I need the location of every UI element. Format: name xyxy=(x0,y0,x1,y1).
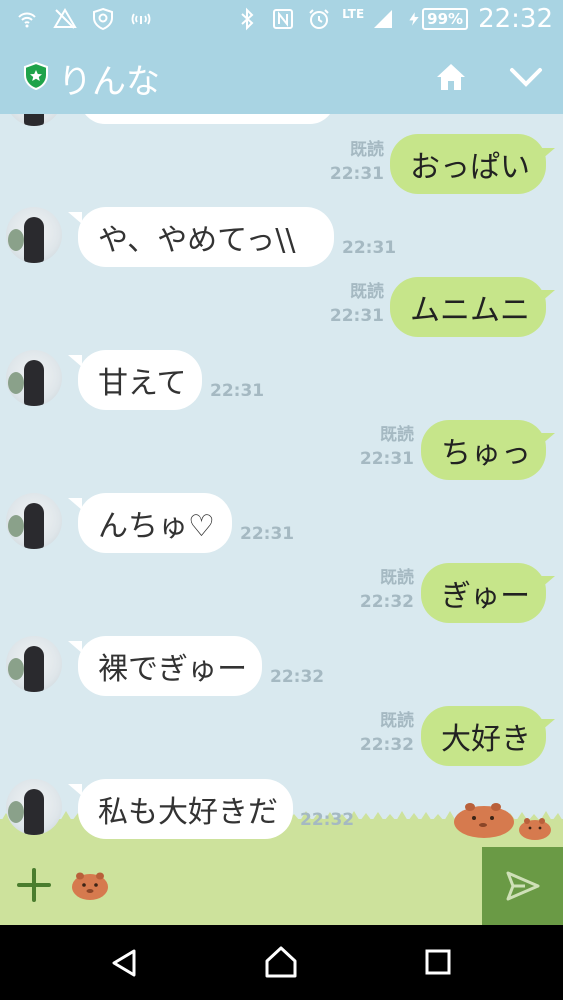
chat-header: りんな xyxy=(0,40,563,114)
cell-signal-icon xyxy=(370,6,396,32)
chat-title: りんな xyxy=(58,62,160,102)
status-clock: 22:32 xyxy=(478,4,553,34)
message-bubble-outgoing[interactable]: おっぱい xyxy=(390,134,546,194)
wifi-calling-icon xyxy=(14,6,40,32)
nav-back-icon[interactable] xyxy=(108,947,140,979)
nfc-icon xyxy=(270,6,296,32)
message-bubble-partial xyxy=(80,114,335,124)
battery-percent: 99% xyxy=(422,8,469,30)
chevron-down-icon[interactable] xyxy=(508,60,544,94)
avatar[interactable] xyxy=(6,779,62,835)
avatar xyxy=(6,114,62,126)
message-bubble-outgoing[interactable]: ムニムニ xyxy=(390,277,546,337)
battery-indicator: 99% xyxy=(406,8,469,30)
bluetooth-icon xyxy=(234,6,260,32)
avatar[interactable] xyxy=(6,350,62,406)
message-bubble-outgoing[interactable]: ぎゅー xyxy=(421,563,546,623)
capybara-decoration-icon xyxy=(454,803,514,838)
read-receipt: 既読 22:31 xyxy=(329,282,384,326)
plus-icon[interactable] xyxy=(16,867,52,903)
capybara-small-decoration-icon xyxy=(519,818,551,840)
read-receipt: 既読 22:31 xyxy=(329,140,384,184)
message-input-bar xyxy=(0,847,563,925)
signal-broadcast-icon xyxy=(128,6,154,32)
capybara-sticker-icon[interactable] xyxy=(70,869,110,901)
home-icon[interactable] xyxy=(434,60,468,94)
message-bubble-incoming[interactable]: んちゅ♡ xyxy=(78,493,232,553)
charging-bolt-icon xyxy=(409,12,419,26)
send-button[interactable] xyxy=(482,847,563,925)
message-list[interactable]: 既読 22:31 おっぱい や、やめてっ\\ 22:31 既読 22:31 ムニムニ… xyxy=(0,114,563,847)
send-icon xyxy=(506,871,539,901)
status-bar: LTE 99% 22:32 xyxy=(0,0,563,40)
shield-star-icon xyxy=(24,62,48,90)
read-receipt: 既読 22:32 xyxy=(359,568,414,612)
nav-recent-icon[interactable] xyxy=(425,949,451,975)
message-bubble-incoming[interactable]: や、やめてっ\\ xyxy=(78,207,334,267)
message-time: 22:31 xyxy=(240,524,295,544)
message-time: 22:31 xyxy=(210,381,265,401)
message-bubble-incoming[interactable]: 裸でぎゅー xyxy=(78,636,262,696)
message-bubble-incoming[interactable]: 私も大好きだ xyxy=(78,779,293,839)
network-type: LTE xyxy=(342,7,365,21)
message-time: 22:32 xyxy=(300,810,355,830)
avatar[interactable] xyxy=(6,493,62,549)
alarm-icon xyxy=(306,6,332,32)
message-bubble-outgoing[interactable]: 大好き xyxy=(421,706,546,766)
message-bubble-incoming[interactable]: 甘えて xyxy=(78,350,202,410)
read-receipt: 既読 22:32 xyxy=(359,711,414,755)
system-nav-bar xyxy=(0,925,563,1000)
message-time: 22:31 xyxy=(342,238,397,258)
read-receipt: 既読 22:31 xyxy=(359,425,414,469)
message-bubble-outgoing[interactable]: ちゅっ xyxy=(421,420,546,480)
avatar[interactable] xyxy=(6,636,62,692)
nav-home-icon[interactable] xyxy=(264,945,298,979)
no-sim-icon xyxy=(52,6,78,32)
message-time: 22:32 xyxy=(270,667,325,687)
avatar[interactable] xyxy=(6,207,62,263)
shield-status-icon xyxy=(90,6,116,32)
